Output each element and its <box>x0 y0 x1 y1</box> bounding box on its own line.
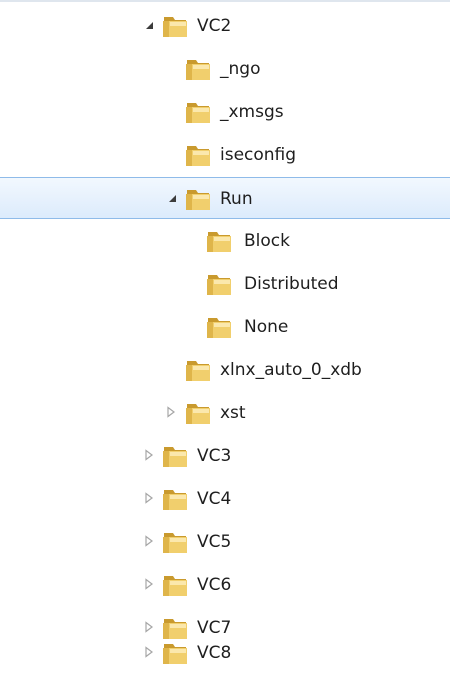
expanded-arrow-icon[interactable] <box>143 19 155 31</box>
tree-item-ngo[interactable]: _ngo <box>0 48 450 90</box>
tree-item-label: VC4 <box>197 489 232 509</box>
folder-icon <box>183 186 213 212</box>
folder-icon <box>160 572 190 598</box>
tree-item-run[interactable]: Run <box>0 177 450 219</box>
tree-item-xst[interactable]: xst <box>0 392 450 434</box>
folder-icon <box>183 400 213 426</box>
tree-item-label: _ngo <box>220 59 261 79</box>
tree-item-label: xst <box>220 403 246 423</box>
tree-item-vc4[interactable]: VC4 <box>0 478 450 520</box>
folder-tree: VC2 _ngo _xmsgs iseconfig Run Block Dist… <box>0 0 450 674</box>
tree-item-iseconfig[interactable]: iseconfig <box>0 134 450 176</box>
tree-item-vc2[interactable]: VC2 <box>0 5 450 47</box>
folder-icon <box>160 529 190 555</box>
tree-item-label: VC6 <box>197 575 232 595</box>
tree-item-label: VC2 <box>197 16 232 36</box>
folder-icon <box>160 640 190 666</box>
collapsed-arrow-icon[interactable] <box>143 449 155 461</box>
tree-item-vc3[interactable]: VC3 <box>0 435 450 477</box>
tree-item-label: xlnx_auto_0_xdb <box>220 360 362 380</box>
folder-icon <box>160 486 190 512</box>
tree-item-xmsgs[interactable]: _xmsgs <box>0 91 450 133</box>
tree-item-label: Run <box>220 189 253 209</box>
collapsed-arrow-icon[interactable] <box>165 406 177 418</box>
tree-item-label: VC3 <box>197 446 232 466</box>
tree-item-block[interactable]: Block <box>0 220 450 262</box>
folder-icon <box>183 56 213 82</box>
tree-item-label: _xmsgs <box>220 102 284 122</box>
tree-item-xlnx-auto-0-xdb[interactable]: xlnx_auto_0_xdb <box>0 349 450 391</box>
tree-item-label: iseconfig <box>220 145 297 165</box>
folder-icon <box>160 13 190 39</box>
tree-item-vc5[interactable]: VC5 <box>0 521 450 563</box>
folder-icon <box>204 271 234 297</box>
tree-item-label: Distributed <box>244 274 339 294</box>
folder-icon <box>160 443 190 469</box>
collapsed-arrow-icon[interactable] <box>143 535 155 547</box>
tree-item-vc8[interactable]: VC8 <box>0 632 450 674</box>
folder-icon <box>183 142 213 168</box>
tree-item-label: None <box>244 317 289 337</box>
collapsed-arrow-icon[interactable] <box>143 578 155 590</box>
tree-item-vc6[interactable]: VC6 <box>0 564 450 606</box>
folder-icon <box>183 99 213 125</box>
tree-item-label: Block <box>244 231 290 251</box>
tree-item-distributed[interactable]: Distributed <box>0 263 450 305</box>
collapsed-arrow-icon[interactable] <box>143 646 155 658</box>
folder-icon <box>204 314 234 340</box>
expanded-arrow-icon[interactable] <box>166 192 178 204</box>
folder-icon <box>204 228 234 254</box>
tree-item-none[interactable]: None <box>0 306 450 348</box>
tree-item-label: VC8 <box>197 643 232 663</box>
tree-item-label: VC5 <box>197 532 232 552</box>
folder-icon <box>183 357 213 383</box>
collapsed-arrow-icon[interactable] <box>143 492 155 504</box>
